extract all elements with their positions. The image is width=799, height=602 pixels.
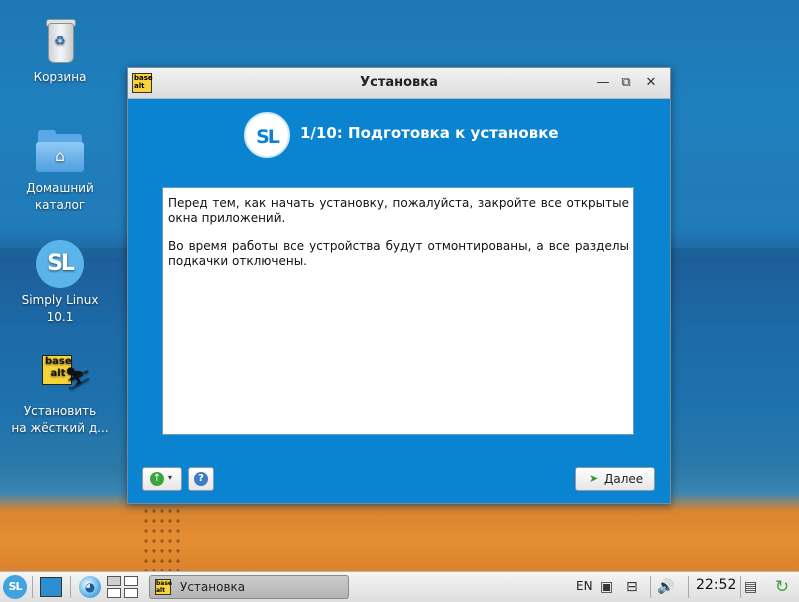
workspace-1[interactable] [107, 576, 121, 586]
web-browser-icon[interactable]: ◕ [79, 576, 101, 598]
chevron-down-icon: ▾ [168, 473, 173, 482]
arrow-up-icon: ↑ [150, 472, 164, 486]
next-button-label: Далее [604, 472, 644, 486]
desktop-icon-trash[interactable]: ♻ Корзина [5, 17, 115, 86]
desktop-icon-label: Корзина [33, 70, 87, 84]
home-icon: ⌂ [55, 147, 65, 165]
maximize-button[interactable]: ⧉ [617, 74, 635, 92]
taskbar-separator [70, 576, 71, 598]
instruction-paragraph: Перед тем, как начать установку, пожалуй… [168, 196, 629, 225]
taskbar-task-installer[interactable]: base alt Установка [149, 575, 349, 599]
taskbar-separator [688, 576, 689, 598]
wallpaper-footprints [140, 505, 180, 575]
workspace-4[interactable] [124, 588, 138, 598]
taskbar-separator [650, 576, 651, 598]
help-button[interactable]: ? [188, 467, 214, 491]
update-icon[interactable]: ↻ [771, 576, 793, 598]
next-button[interactable]: ➤ Далее [575, 467, 655, 491]
desktop-icon-label: Установить на жёсткий д... [11, 404, 109, 435]
task-label: Установка [180, 580, 246, 594]
step-title: 1/10: Подготовка к установке [300, 124, 559, 142]
taskbar-separator [740, 576, 741, 598]
options-menu-button[interactable]: ↑ ▾ [142, 467, 182, 491]
simply-linux-icon: SL [36, 240, 84, 288]
taskbar: SL ◕ base alt Установка EN ▣ ⊟ 🔊 22:52 ▤… [0, 571, 799, 602]
start-menu-button[interactable]: SL [3, 575, 27, 599]
installer-window: base alt Установка — ⧉ ✕ SL 1/10: Подгот… [127, 67, 671, 504]
volume-icon[interactable]: 🔊 [657, 578, 674, 600]
minimize-button[interactable]: — [594, 74, 612, 92]
desktop-icon-home[interactable]: ⌂ Домашний каталог [5, 128, 115, 214]
clock[interactable]: 22:52 [696, 577, 736, 599]
taskbar-separator [32, 576, 33, 598]
removable-media-icon[interactable]: ⊟ [626, 578, 638, 600]
basealt-logo: base alt ⛷ [42, 355, 92, 392]
folder-icon: ⌂ [36, 128, 84, 176]
sl-logo: SL [36, 240, 84, 288]
workspace-2[interactable] [124, 576, 138, 586]
keyboard-layout-indicator[interactable]: EN [576, 579, 593, 601]
desktop-icon-simply-linux[interactable]: SL Simply Linux 10.1 [5, 240, 115, 326]
desktop-icon-label: Simply Linux 10.1 [21, 293, 99, 324]
desktop-icon-label: Домашний каталог [26, 181, 94, 212]
trash-icon: ♻ [36, 17, 84, 65]
window-titlebar[interactable]: base alt Установка — ⧉ ✕ [128, 68, 670, 99]
close-button[interactable]: ✕ [642, 74, 660, 92]
arrow-right-icon: ➤ [589, 472, 599, 485]
recycle-icon: ♻ [54, 34, 66, 49]
instructions-panel: Перед тем, как начать установку, пожалуй… [162, 187, 634, 435]
network-icon[interactable]: ▣ [600, 578, 613, 600]
drive-icon[interactable]: ▤ [744, 578, 757, 600]
show-desktop-icon[interactable] [40, 577, 62, 597]
basealt-task-icon: base alt [155, 579, 172, 595]
instruction-paragraph: Во время работы все устройства будут отм… [168, 239, 629, 268]
help-icon: ? [194, 472, 208, 486]
basealt-installer-icon: base alt ⛷ [36, 351, 92, 399]
dog-icon: ⛷ [64, 367, 92, 392]
desktop-icon-install[interactable]: base alt ⛷ Установить на жёсткий д... [5, 351, 115, 437]
simply-linux-header-logo: SL [244, 112, 290, 158]
window-title: Установка [360, 75, 438, 90]
workspace-3[interactable] [107, 588, 121, 598]
